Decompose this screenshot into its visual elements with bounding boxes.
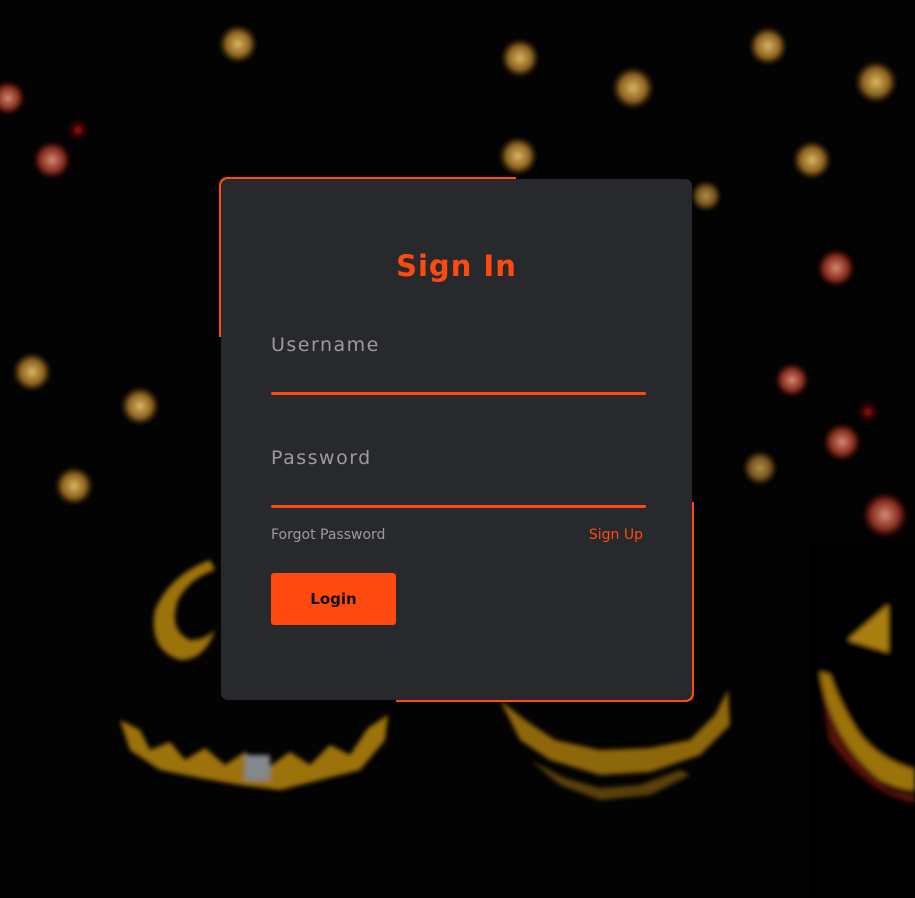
sign-up-link[interactable]: Sign Up xyxy=(589,527,643,543)
password-label: Password xyxy=(271,447,372,469)
username-underline xyxy=(271,392,646,395)
password-underline xyxy=(271,505,646,508)
sign-in-form: Sign In Username Password Forgot Passwor… xyxy=(221,179,692,700)
password-field: Password xyxy=(271,442,646,508)
username-field: Username xyxy=(271,329,646,395)
sign-in-title: Sign In xyxy=(396,249,517,283)
login-button[interactable]: Login xyxy=(271,573,396,625)
password-input[interactable] xyxy=(271,468,646,504)
username-label: Username xyxy=(271,334,380,356)
forgot-password-link[interactable]: Forgot Password xyxy=(271,527,385,543)
sign-in-card-frame: Sign In Username Password Forgot Passwor… xyxy=(219,177,694,702)
username-input[interactable] xyxy=(271,355,646,391)
